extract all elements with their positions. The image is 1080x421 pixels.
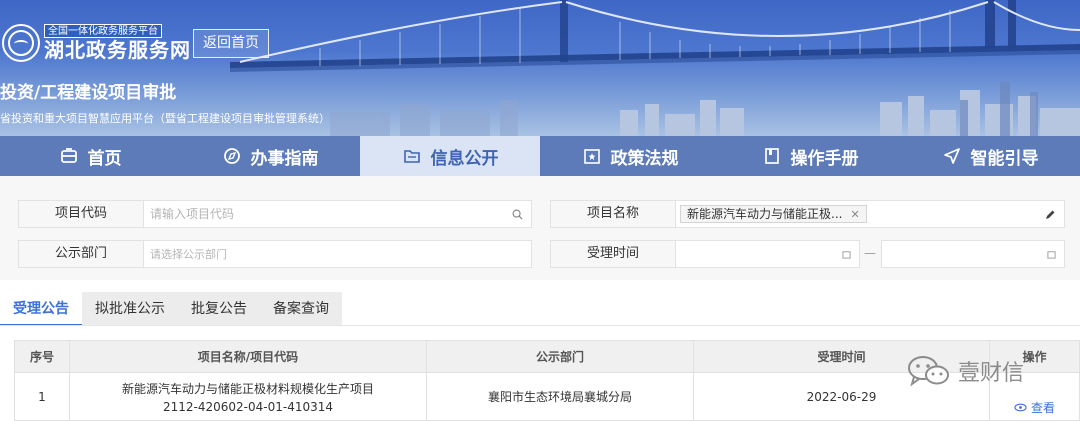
dept-label: 公示部门 xyxy=(18,240,144,268)
accept-time-label: 受理时间 xyxy=(550,240,676,268)
tag-close-icon[interactable]: ✕ xyxy=(850,208,859,221)
site-logo-icon xyxy=(2,24,40,62)
book-icon xyxy=(762,146,782,166)
tab-filing-query[interactable]: 备案查询 xyxy=(260,292,342,326)
cell-project-name: 新能源汽车动力与储能正极材料规模化生产项目 xyxy=(121,381,374,396)
calendar-icon[interactable] xyxy=(842,241,851,267)
dept-select[interactable]: 请选择公示部门 xyxy=(143,240,532,268)
project-code-label: 项目代码 xyxy=(18,200,144,228)
edit-icon[interactable] xyxy=(1044,201,1056,227)
home-icon xyxy=(59,146,79,166)
nav-item-label: 首页 xyxy=(87,148,122,169)
project-code-placeholder: 请输入项目代码 xyxy=(150,207,235,221)
col-header-project: 项目名称/项目代码 xyxy=(70,341,427,372)
system-subtitle: 省投资和重大项目智慧应用平台（暨省工程建设项目审批管理系统） xyxy=(0,112,330,125)
view-label: 查看 xyxy=(1030,401,1055,415)
project-code-input[interactable]: 请输入项目代码 xyxy=(143,200,532,228)
watermark-text: 壹财信 xyxy=(958,361,1025,386)
folder-icon xyxy=(402,146,422,166)
col-header-index: 序号 xyxy=(15,341,70,372)
site-brand[interactable]: 全国一体化政务服务平台 湖北政务服务网 xyxy=(2,24,191,62)
nav-item-manual[interactable]: 操作手册 xyxy=(720,136,900,176)
nav-item-smart-guide[interactable]: 智能引导 xyxy=(900,136,1080,176)
header-banner: 全国一体化政务服务平台 湖北政务服务网 返回首页 投资/工程建设项目审批 省投资… xyxy=(0,0,1080,136)
calendar-icon[interactable] xyxy=(1047,241,1056,267)
project-name-tag-text: 新能源汽车动力与储能正极... xyxy=(687,207,843,221)
cell-project: 新能源汽车动力与储能正极材料规模化生产项目 2112-420602-04-01-… xyxy=(70,373,427,420)
project-name-tag: 新能源汽车动力与储能正极... ✕ xyxy=(680,205,867,223)
search-form: 项目代码 请输入项目代码 项目名称 新能源汽车动力与储能正极... ✕ 公示部门 … xyxy=(0,176,1080,280)
cell-dept: 襄阳市生态环境局襄城分局 xyxy=(427,373,694,420)
end-date-input[interactable] xyxy=(881,240,1065,268)
nav-item-info-disclosure[interactable]: 信息公开 xyxy=(360,136,540,176)
tab-accept-notice[interactable]: 受理公告 xyxy=(0,292,82,326)
watermark: 壹财信 xyxy=(906,354,1024,388)
eye-icon xyxy=(1014,403,1027,412)
dept-placeholder: 请选择公示部门 xyxy=(150,248,227,261)
notice-tabs: 受理公告 拟批准公示 批复公告 备案查询 xyxy=(0,292,342,326)
search-icon[interactable] xyxy=(512,201,523,227)
start-date-input[interactable] xyxy=(675,240,860,268)
tab-divider xyxy=(0,325,1080,326)
policy-icon xyxy=(582,146,602,166)
navigation-icon xyxy=(942,146,962,166)
back-home-button[interactable]: 返回首页 xyxy=(193,29,269,58)
wechat-icon xyxy=(908,356,949,387)
nav-item-policy[interactable]: 政策法规 xyxy=(540,136,720,176)
project-name-label: 项目名称 xyxy=(550,200,676,228)
tab-approval-notice[interactable]: 批复公告 xyxy=(178,292,260,326)
system-title: 投资/工程建设项目审批 xyxy=(0,83,177,103)
nav-item-label: 信息公开 xyxy=(430,148,499,169)
col-header-dept: 公示部门 xyxy=(427,341,694,372)
cell-project-code: 2112-420602-04-01-410314 xyxy=(162,399,333,414)
nav-item-label: 操作手册 xyxy=(790,148,859,169)
project-name-input[interactable]: 新能源汽车动力与储能正极... ✕ xyxy=(675,200,1065,228)
nav-item-guide[interactable]: 办事指南 xyxy=(180,136,360,176)
nav-item-label: 办事指南 xyxy=(250,148,319,169)
nav-item-label: 智能引导 xyxy=(970,148,1039,169)
site-name: 湖北政务服务网 xyxy=(44,38,191,62)
view-button[interactable]: 查看 xyxy=(1014,399,1055,416)
platform-tag: 全国一体化政务服务平台 xyxy=(44,24,162,38)
nav-item-label: 政策法规 xyxy=(610,148,679,169)
tab-pre-approval-notice[interactable]: 拟批准公示 xyxy=(82,292,178,326)
nav-item-home[interactable]: 首页 xyxy=(0,136,180,176)
main-nav: 首页 办事指南 信息公开 政策法规 操作手册 智能引导 xyxy=(0,136,1080,176)
compass-icon xyxy=(222,146,242,166)
cell-index: 1 xyxy=(15,373,70,420)
date-range-separator: — xyxy=(864,246,876,260)
